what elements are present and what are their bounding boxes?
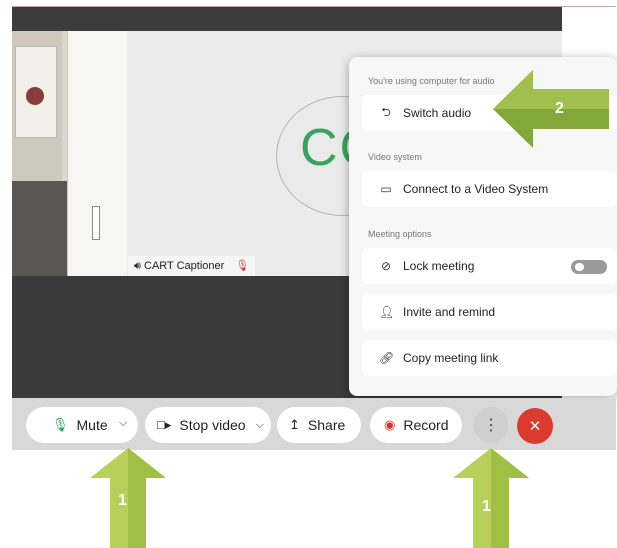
chevron-down-icon[interactable]: ⌵ [256, 419, 264, 432]
speaker-icon: 🔊︎ [134, 260, 141, 272]
annotation-arrow-more [453, 448, 529, 548]
video-section-label: Video system [368, 152, 422, 162]
video-camera-icon: □▸ [157, 417, 172, 432]
mute-label: Mute [76, 417, 108, 433]
link-icon: 🔗︎ [379, 351, 395, 365]
annotation-arrow-mute [90, 448, 166, 548]
microphone-icon: 🎙︎ [52, 417, 69, 432]
person-add-icon: 👤︎ [379, 305, 395, 319]
share-button[interactable]: ↥ Share [277, 407, 361, 443]
top-bar [12, 7, 562, 31]
annotation-number-1: 1 [118, 492, 127, 509]
mute-button[interactable]: 🎙︎ Mute ⌵ [26, 407, 138, 443]
invite-remind-item[interactable]: 👤︎ Invite and remind [362, 294, 617, 330]
lock-icon: ⊘ [380, 259, 392, 273]
lock-meeting-toggle[interactable] [571, 260, 607, 274]
switch-audio-icon: ⮌ [381, 104, 391, 119]
muted-mic-icon: 🎙︎ [235, 260, 250, 272]
invite-label: Invite and remind [403, 305, 496, 319]
video-system-icon: ▭ [380, 182, 392, 196]
close-icon: ✕ [528, 418, 542, 435]
end-call-button[interactable]: ✕ [517, 408, 553, 444]
wall-poster [15, 46, 57, 138]
copy-link-label: Copy meeting link [403, 351, 499, 365]
more-options-icon: ⋮ [483, 417, 499, 434]
participant-name-tag: 🔊︎ CART Captioner 🎙︎ [128, 256, 256, 276]
annotation-arrow-switch-audio [493, 70, 609, 148]
lock-meeting-label: Lock meeting [403, 259, 475, 273]
self-video-feed [12, 31, 127, 276]
connect-video-system-item[interactable]: ▭ Connect to a Video System [362, 171, 617, 207]
chevron-down-icon[interactable]: ⌵ [111, 417, 135, 435]
annotation-number-2: 2 [555, 100, 564, 117]
record-icon: ◉ [384, 417, 396, 432]
more-options-button[interactable]: ⋮ [474, 407, 508, 443]
stop-video-label: Stop video [179, 417, 246, 433]
record-label: Record [403, 417, 449, 433]
lock-meeting-item[interactable]: ⊘ Lock meeting [362, 248, 617, 284]
participant-name: CART Captioner [144, 260, 225, 272]
record-button[interactable]: ◉ Record [370, 407, 462, 443]
audio-section-label: You're using computer for audio [368, 76, 495, 86]
switch-audio-label: Switch audio [403, 106, 472, 120]
copy-link-item[interactable]: 🔗︎ Copy meeting link [362, 340, 617, 376]
connect-video-label: Connect to a Video System [403, 182, 549, 196]
share-label: Share [307, 417, 346, 433]
share-icon: ↥ [289, 417, 300, 432]
meeting-section-label: Meeting options [368, 229, 432, 239]
stop-video-button[interactable]: □▸ Stop video ⌵ [145, 407, 271, 443]
annotation-number-1b: 1 [482, 498, 491, 515]
